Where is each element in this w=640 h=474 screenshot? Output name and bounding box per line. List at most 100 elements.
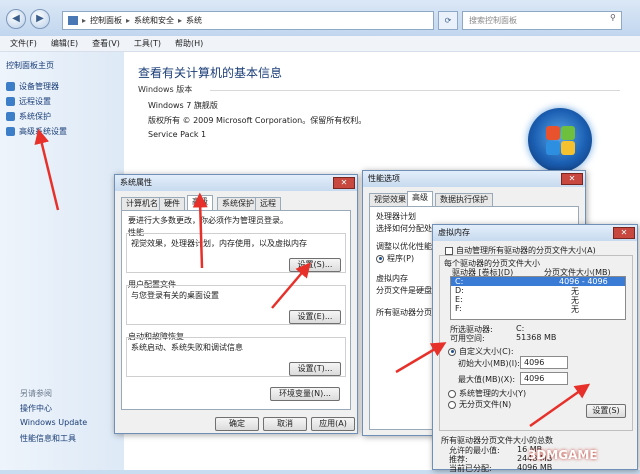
drive-row[interactable]: D: 无 (451, 286, 625, 296)
sidebar-item-remote[interactable]: 远程设置 (6, 96, 51, 107)
drive-letter: F: (455, 304, 462, 313)
tab-dep[interactable]: 数据执行保护 (435, 193, 493, 206)
drive-row[interactable]: F: 无 (451, 304, 625, 314)
sidebar-item-label: 高级系统设置 (19, 127, 67, 136)
set-button[interactable]: 设置(S) (586, 404, 626, 418)
breadcrumb-separator: ▸ (82, 16, 87, 25)
dialog-title: 性能选项 ✕ (363, 171, 585, 187)
apply-button[interactable]: 应用(A) (311, 417, 355, 431)
tab-visual-effects[interactable]: 视觉效果 (369, 193, 411, 206)
sidebar-home[interactable]: 控制面板主页 (6, 60, 54, 71)
menu-view[interactable]: 查看(V) (92, 38, 120, 49)
program-radio[interactable]: 程序(P) (376, 253, 414, 264)
shield-icon (6, 127, 15, 136)
search-icon[interactable]: ⚲ (610, 13, 616, 22)
radio-icon (448, 347, 456, 356)
divider (210, 90, 620, 91)
profile-group: 与您登录有关的桌面设置 设置(E)... (126, 285, 346, 325)
sidebar-item-label: 设备管理器 (19, 82, 59, 91)
dialog-title-text: 虚拟内存 (438, 228, 470, 237)
startup-group: 系统启动、系统失败和调试信息 设置(T)... (126, 337, 346, 377)
close-button[interactable]: ✕ (613, 227, 635, 239)
sidebar-item-advanced[interactable]: 高级系统设置 (6, 126, 67, 137)
edition-value: Windows 7 旗舰版 (148, 101, 218, 110)
sidebar-item-protection[interactable]: 系统保护 (6, 111, 51, 122)
menu-help[interactable]: 帮助(H) (175, 38, 203, 49)
no-paging-radio[interactable]: 无分页文件(N) (448, 399, 511, 410)
copyright-text: 版权所有 © 2009 Microsoft Corporation。保留所有权利… (148, 116, 367, 125)
system-managed-label: 系统管理的大小(Y) (459, 389, 527, 398)
drive-letter: D: (455, 286, 464, 295)
sidebar-link-action-center[interactable]: 操作中心 (20, 403, 52, 414)
vm-desc: 分页文件是硬盘 (376, 286, 432, 295)
close-button[interactable]: ✕ (561, 173, 583, 185)
admin-note: 要进行大多数更改，你必须作为管理员登录。 (128, 216, 288, 225)
perf-desc: 视觉效果，处理器计划，内存使用，以及虚拟内存 (131, 239, 307, 248)
custom-size-radio[interactable]: 自定义大小(C): (448, 346, 514, 357)
startup-desc: 系统启动、系统失败和调试信息 (131, 343, 243, 352)
drive-list[interactable]: C: 4096 - 4096 D: 无 E: 无 F: 无 (450, 276, 626, 320)
system-managed-radio[interactable]: 系统管理的大小(Y) (448, 388, 526, 399)
radio-icon (376, 254, 384, 263)
sched-title: 处理器计划 (376, 212, 416, 221)
sidebar-link-performance[interactable]: 性能信息和工具 (20, 433, 76, 444)
breadcrumb-item[interactable]: 系统 (186, 15, 202, 26)
radio-icon (448, 389, 456, 398)
tab-hardware[interactable]: 硬件 (159, 197, 185, 210)
tab-panel: 要进行大多数更改，你必须作为管理员登录。 性能 视觉效果，处理器计划，内存使用，… (121, 210, 351, 410)
edition-label: Windows 版本 (138, 85, 193, 94)
forward-button[interactable]: ▶ (30, 9, 50, 29)
title-bar: ◀ ▶ ▸ 控制面板 ▸ 系统和安全 ▸ 系统 ⟳ 搜索控制面板 ⚲ (0, 0, 640, 36)
drive-letter: E: (455, 295, 463, 304)
windows-logo (528, 108, 592, 172)
vm-title: 虚拟内存 (376, 274, 408, 283)
watermark: 3DMGAME (528, 448, 598, 462)
drive-letter: C: (455, 277, 464, 286)
initial-size-input[interactable]: 4096 (520, 356, 568, 369)
address-bar[interactable]: ▸ 控制面板 ▸ 系统和安全 ▸ 系统 (62, 11, 434, 30)
refresh-icon[interactable]: ⟳ (438, 11, 458, 30)
tab-remote[interactable]: 远程 (255, 197, 281, 210)
sel-drive-value: C: (516, 324, 525, 333)
max-size-label: 最大值(MB)(X): (458, 375, 516, 384)
sidebar-item-device-manager[interactable]: 设备管理器 (6, 81, 59, 92)
menu-tools[interactable]: 工具(T) (134, 38, 161, 49)
breadcrumb-separator: ▸ (126, 16, 131, 25)
sidebar-item-label: 远程设置 (19, 97, 51, 106)
profile-settings-button[interactable]: 设置(E)... (289, 310, 341, 324)
profile-desc: 与您登录有关的桌面设置 (131, 291, 219, 300)
max-size-input[interactable]: 4096 (520, 372, 568, 385)
breadcrumb-item[interactable]: 控制面板 (90, 15, 122, 26)
ok-button[interactable]: 确定 (215, 417, 259, 431)
back-button[interactable]: ◀ (6, 9, 26, 29)
close-button[interactable]: ✕ (333, 177, 355, 189)
drive-row-selected[interactable]: C: 4096 - 4096 (451, 277, 625, 286)
shield-icon (6, 112, 15, 121)
perf-settings-button[interactable]: 设置(S)... (289, 258, 341, 272)
virtual-memory-dialog: 虚拟内存 ✕ 自动管理所有驱动器的分页文件大小(A) 每个驱动器的分页文件大小 … (432, 224, 638, 473)
menu-bar: 文件(F) 编辑(E) 查看(V) 工具(T) 帮助(H) (0, 36, 640, 52)
dialog-title-text: 系统属性 (120, 178, 152, 187)
env-vars-button[interactable]: 环境变量(N)... (270, 387, 340, 401)
tab-advanced[interactable]: 高级 (407, 191, 433, 206)
sidebar-link-windows-update[interactable]: Windows Update (20, 418, 87, 427)
auto-manage-label: 自动管理所有驱动器的分页文件大小(A) (456, 246, 596, 255)
menu-edit[interactable]: 编辑(E) (51, 38, 78, 49)
tab-advanced[interactable]: 高级 (187, 195, 213, 210)
menu-file[interactable]: 文件(F) (10, 38, 37, 49)
cancel-button[interactable]: 取消 (263, 417, 307, 431)
vm-desc-total: 所有驱动器分页 (376, 308, 432, 317)
dialog-title: 系统属性 ✕ (115, 175, 357, 191)
see-also-title: 另请参阅 (20, 389, 52, 398)
tab-system-protection[interactable]: 系统保护 (217, 197, 259, 210)
service-pack: Service Pack 1 (148, 130, 207, 139)
search-input[interactable]: 搜索控制面板 (462, 11, 622, 30)
drive-row[interactable]: E: 无 (451, 295, 625, 305)
initial-size-label: 初始大小(MB)(I): (458, 359, 520, 368)
sidebar-item-label: 系统保护 (19, 112, 51, 121)
custom-size-label: 自定义大小(C): (459, 347, 514, 356)
breadcrumb-item[interactable]: 系统和安全 (134, 15, 174, 26)
tab-computer-name[interactable]: 计算机名 (121, 197, 163, 210)
startup-settings-button[interactable]: 设置(T)... (289, 362, 341, 376)
dialog-title-text: 性能选项 (368, 174, 400, 183)
